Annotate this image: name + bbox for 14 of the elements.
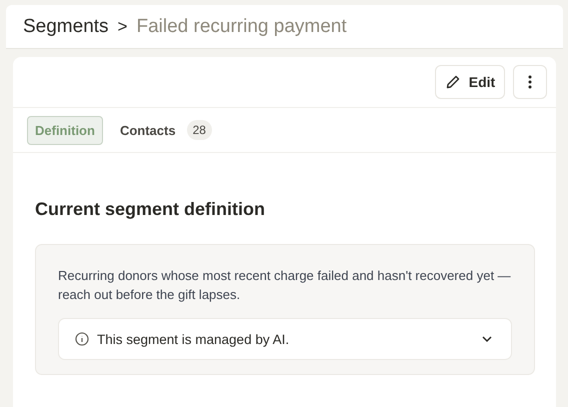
page-title: Failed recurring payment bbox=[136, 16, 347, 38]
section-title: Current segment definition bbox=[35, 199, 266, 220]
breadcrumb-link[interactable]: Segments bbox=[23, 16, 109, 38]
more-button[interactable] bbox=[513, 65, 547, 99]
info-icon bbox=[75, 332, 89, 346]
breadcrumb-separator: > bbox=[118, 16, 128, 36]
chevron-icon bbox=[481, 335, 493, 343]
definition-text: Recurring donors whose most recent charge failed and hasn't recovered yet — reach out before the gift lapses. bbox=[58, 267, 512, 304]
ai-notice[interactable]: This segment is managed by AI. bbox=[58, 318, 512, 360]
edit-button[interactable]: Edit bbox=[435, 65, 505, 99]
tab[interactable]: Contacts bbox=[112, 116, 184, 144]
more-icon bbox=[528, 75, 532, 89]
pencil-icon bbox=[444, 74, 461, 90]
count-badge: 28 bbox=[186, 120, 212, 140]
